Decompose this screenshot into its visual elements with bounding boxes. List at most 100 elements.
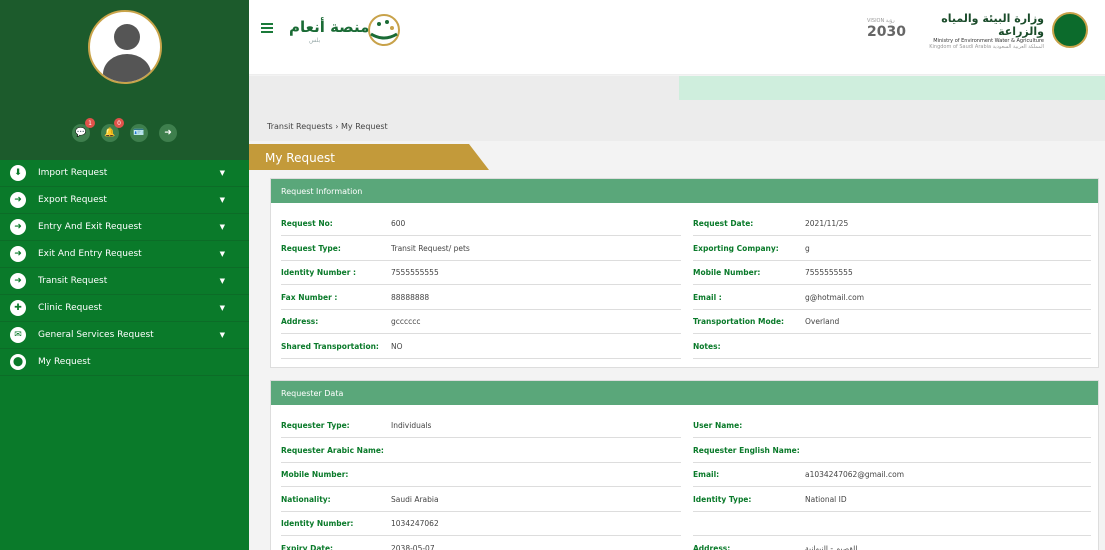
info-row: Request Type: Transit Request/ pets Export… (271, 237, 1100, 261)
transit-icon: ➜ (10, 273, 26, 289)
info-row: Identity Number : 7555555555 Mobile Number… (271, 261, 1100, 285)
field-value: 2021/11/25 (805, 219, 849, 228)
vision-2030-logo: VISION رؤية 2030 (867, 18, 911, 46)
breadcrumb-current: My Request (341, 122, 388, 131)
field-label: Requester Type: (281, 421, 350, 430)
field-label: Shared Transportation: (281, 341, 379, 351)
avatar-head (114, 24, 140, 50)
field-label: Email: (693, 470, 720, 479)
info-row: Request No: 600 Request Date: 2021/11/25 (271, 212, 1100, 236)
info-row: Expiry Date: 2038-05-07 Address: القصيم - ا… (271, 537, 1100, 550)
exit-entry-icon: ➜ (10, 246, 26, 262)
info-row: Mobile Number: Email: a1034247062@gmail.co… (271, 463, 1100, 487)
info-row: Address: gcccccc Transportation Mode: Overl… (271, 310, 1100, 334)
field-label: Nationality: (281, 494, 331, 504)
chevron-down-icon: ▼ (219, 169, 225, 177)
field-label: Mobile Number: (281, 470, 349, 479)
info-row: Fax Number : 88888888 Email : g@hotmail.com (271, 286, 1100, 310)
chat-badge: 1 (85, 118, 95, 128)
field-label: Address: (281, 317, 319, 326)
sidebar-item-label: General Services Request (38, 330, 154, 340)
chevron-down-icon: ▼ (219, 196, 225, 204)
sidebar-item-general-services-request[interactable]: ✉ General Services Request ▼ (0, 322, 249, 349)
field-value: NO (391, 341, 403, 351)
chevron-down-icon: ▼ (219, 250, 225, 258)
field-value: 600 (391, 219, 406, 228)
entry-exit-icon: ➜ (10, 219, 26, 235)
sidebar-item-label: Transit Request (38, 276, 108, 286)
field-value: Transit Request/ pets (391, 243, 470, 253)
quick-actions: 💬 1 🔔 0 🪪 ➜ (72, 118, 177, 142)
field-label: Requester Arabic Name: (281, 445, 384, 455)
field-label: Expiry Date: (281, 543, 334, 550)
field-value: Overland (805, 317, 840, 326)
platform-logo-icon (368, 14, 400, 46)
panel-title: Request Information (271, 179, 1098, 203)
field-label: Identity Type: (693, 494, 752, 504)
decorative-band (679, 76, 1105, 100)
logout-icon[interactable]: ➜ (159, 124, 177, 142)
sidebar-item-label: Entry And Exit Request (38, 222, 142, 232)
sidebar-item-label: Export Request (38, 195, 107, 205)
field-label: Request Type: (281, 243, 341, 253)
sidebar-item-label: My Request (38, 357, 91, 367)
sidebar-item-clinic-request[interactable]: ✚ Clinic Request ▼ (0, 295, 249, 322)
row-divider (281, 357, 681, 359)
bell-badge: 0 (114, 118, 124, 128)
info-row: Requester Arabic Name: Requester English … (271, 439, 1100, 463)
field-label: Address: (693, 543, 731, 550)
field-label: Identity Number: (281, 519, 354, 528)
clinic-icon: ✚ (10, 300, 26, 316)
info-row: Requester Type: Individuals User Name: (271, 414, 1100, 438)
sidebar-item-import-request[interactable]: ⬇ Import Request ▼ (0, 160, 249, 187)
avatar[interactable] (88, 10, 162, 84)
field-value: Saudi Arabia (391, 494, 439, 504)
sidebar-item-label: Import Request (38, 168, 108, 178)
page-title: My Request (249, 144, 489, 170)
sidebar-item-export-request[interactable]: ➜ Export Request ▼ (0, 187, 249, 214)
sidebar-item-transit-request[interactable]: ➜ Transit Request ▼ (0, 268, 249, 295)
id-card-icon[interactable]: 🪪 (130, 124, 148, 142)
field-value: a1034247062@gmail.com (805, 470, 905, 479)
platform-logo-text: منصة أنعام (289, 18, 370, 36)
import-icon: ⬇ (10, 165, 26, 181)
breadcrumb-separator: › (335, 122, 339, 131)
hamburger-icon[interactable] (261, 23, 273, 34)
avatar-body (103, 54, 151, 82)
sidebar-item-entry-exit-request[interactable]: ➜ Entry And Exit Request ▼ (0, 214, 249, 241)
field-value: 2038-05-07 (391, 543, 435, 550)
breadcrumb-parent[interactable]: Transit Requests (267, 122, 333, 131)
vision-year: 2030 (867, 24, 906, 40)
profile-area: 💬 1 🔔 0 🪪 ➜ (0, 0, 249, 160)
field-value: g@hotmail.com (805, 292, 865, 302)
field-label: Requester English Name: (693, 445, 800, 455)
field-label: Notes: (693, 341, 721, 351)
panel-title: Requester Data (271, 381, 1098, 405)
chevron-down-icon: ▼ (219, 304, 225, 312)
chat-icon[interactable]: 💬 1 (72, 118, 95, 142)
row-divider (693, 357, 1091, 359)
field-label: Request No: (281, 219, 333, 228)
field-value: 1034247062 (391, 519, 439, 528)
info-row: Nationality: Saudi Arabia Identity Type: Na… (271, 488, 1100, 512)
field-value: Individuals (391, 421, 432, 430)
top-header: منصة أنعام بلس VISION رؤية 2030 وزارة الب… (249, 0, 1105, 75)
field-label: Identity Number : (281, 268, 357, 277)
sidebar-item-my-request[interactable]: ⬤ My Request (0, 349, 249, 376)
ministry-kingdom: Kingdom of Saudi Arabia المملكة العربية … (929, 44, 1044, 50)
field-value: 88888888 (391, 292, 430, 302)
general-services-icon: ✉ (10, 327, 26, 343)
sidebar-item-exit-entry-request[interactable]: ➜ Exit And Entry Request ▼ (0, 241, 249, 268)
field-label: Exporting Company: (693, 243, 779, 253)
field-value: g (805, 243, 810, 253)
id-card-glyph: 🪪 (133, 128, 145, 138)
sidebar-menu: ⬇ Import Request ▼ ➜ Export Request ▼ ➜ Entry… (0, 160, 249, 376)
field-value: gcccccc (391, 317, 421, 326)
sidebar-item-label: Exit And Entry Request (38, 249, 142, 259)
bell-icon[interactable]: 🔔 0 (101, 118, 124, 142)
field-label: Fax Number : (281, 292, 338, 302)
chevron-down-icon: ▼ (219, 223, 225, 231)
export-icon: ➜ (10, 192, 26, 208)
ministry-logo-text: وزارة البيئة والمياه والزراعة Ministry o… (924, 12, 1044, 50)
logout-glyph: ➜ (164, 128, 172, 138)
